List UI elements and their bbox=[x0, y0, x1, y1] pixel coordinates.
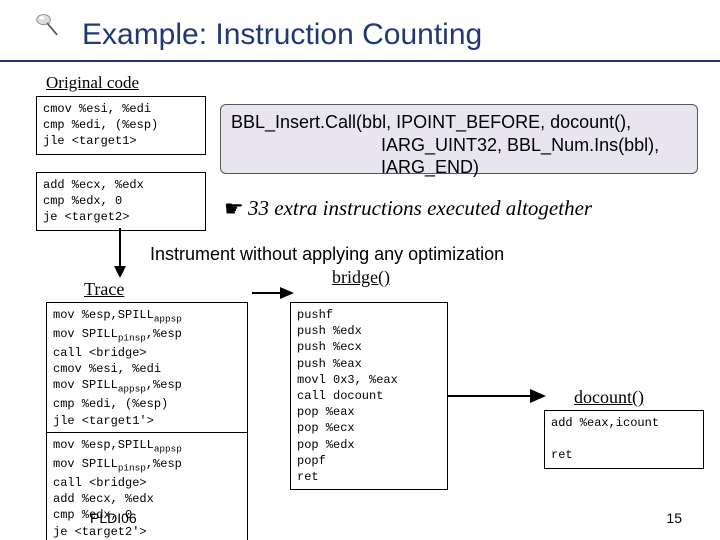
api-call-box: BBL_Insert.Call(bbl, IPOINT_BEFORE, doco… bbox=[220, 104, 698, 174]
bridge-code-block: pushf push %edx push %ecx push %eax movl… bbox=[290, 302, 448, 490]
trace-code-block-2: mov %esp,SPILLappspmov SPILLpinsp,%espca… bbox=[46, 432, 248, 540]
title-rule bbox=[0, 60, 720, 62]
right-arrow-icon bbox=[252, 284, 294, 302]
api-line-1: BBL_Insert.Call(bbl, IPOINT_BEFORE, doco… bbox=[231, 111, 687, 134]
docount-code-block: add %eax,icount ret bbox=[544, 410, 704, 469]
footer-text: PLDI06 bbox=[90, 510, 137, 526]
api-line-2: IARG_UINT32, BBL_Num.Ins(bbl), bbox=[231, 134, 687, 157]
instrument-note: Instrument without applying any optimiza… bbox=[150, 244, 504, 265]
original-code-block-1: cmov %esi, %edi cmp %edi, (%esp) jle <ta… bbox=[36, 96, 206, 155]
bridge-heading: bridge() bbox=[332, 268, 390, 286]
slide: Example: Instruction Counting Original c… bbox=[0, 0, 720, 540]
page-number: 15 bbox=[666, 510, 682, 526]
pointing-hand-icon: ☛ bbox=[224, 196, 244, 222]
original-heading: Original code bbox=[46, 74, 139, 91]
right-arrow-icon bbox=[448, 386, 546, 406]
trace-code-block-1: mov %esp,SPILLappspmov SPILLpinsp,%espca… bbox=[46, 302, 248, 434]
docount-heading: docount() bbox=[574, 388, 644, 406]
pushpin-icon bbox=[30, 6, 64, 40]
trace-heading: Trace bbox=[84, 280, 124, 298]
down-arrow-icon bbox=[108, 228, 132, 280]
original-code-block-2: add %ecx, %edx cmp %edx, 0 je <target2> bbox=[36, 172, 206, 231]
api-line-3: IARG_END) bbox=[231, 156, 687, 179]
slide-title: Example: Instruction Counting bbox=[82, 18, 482, 52]
extra-instructions-note: 33 extra instructions executed altogethe… bbox=[248, 196, 592, 221]
